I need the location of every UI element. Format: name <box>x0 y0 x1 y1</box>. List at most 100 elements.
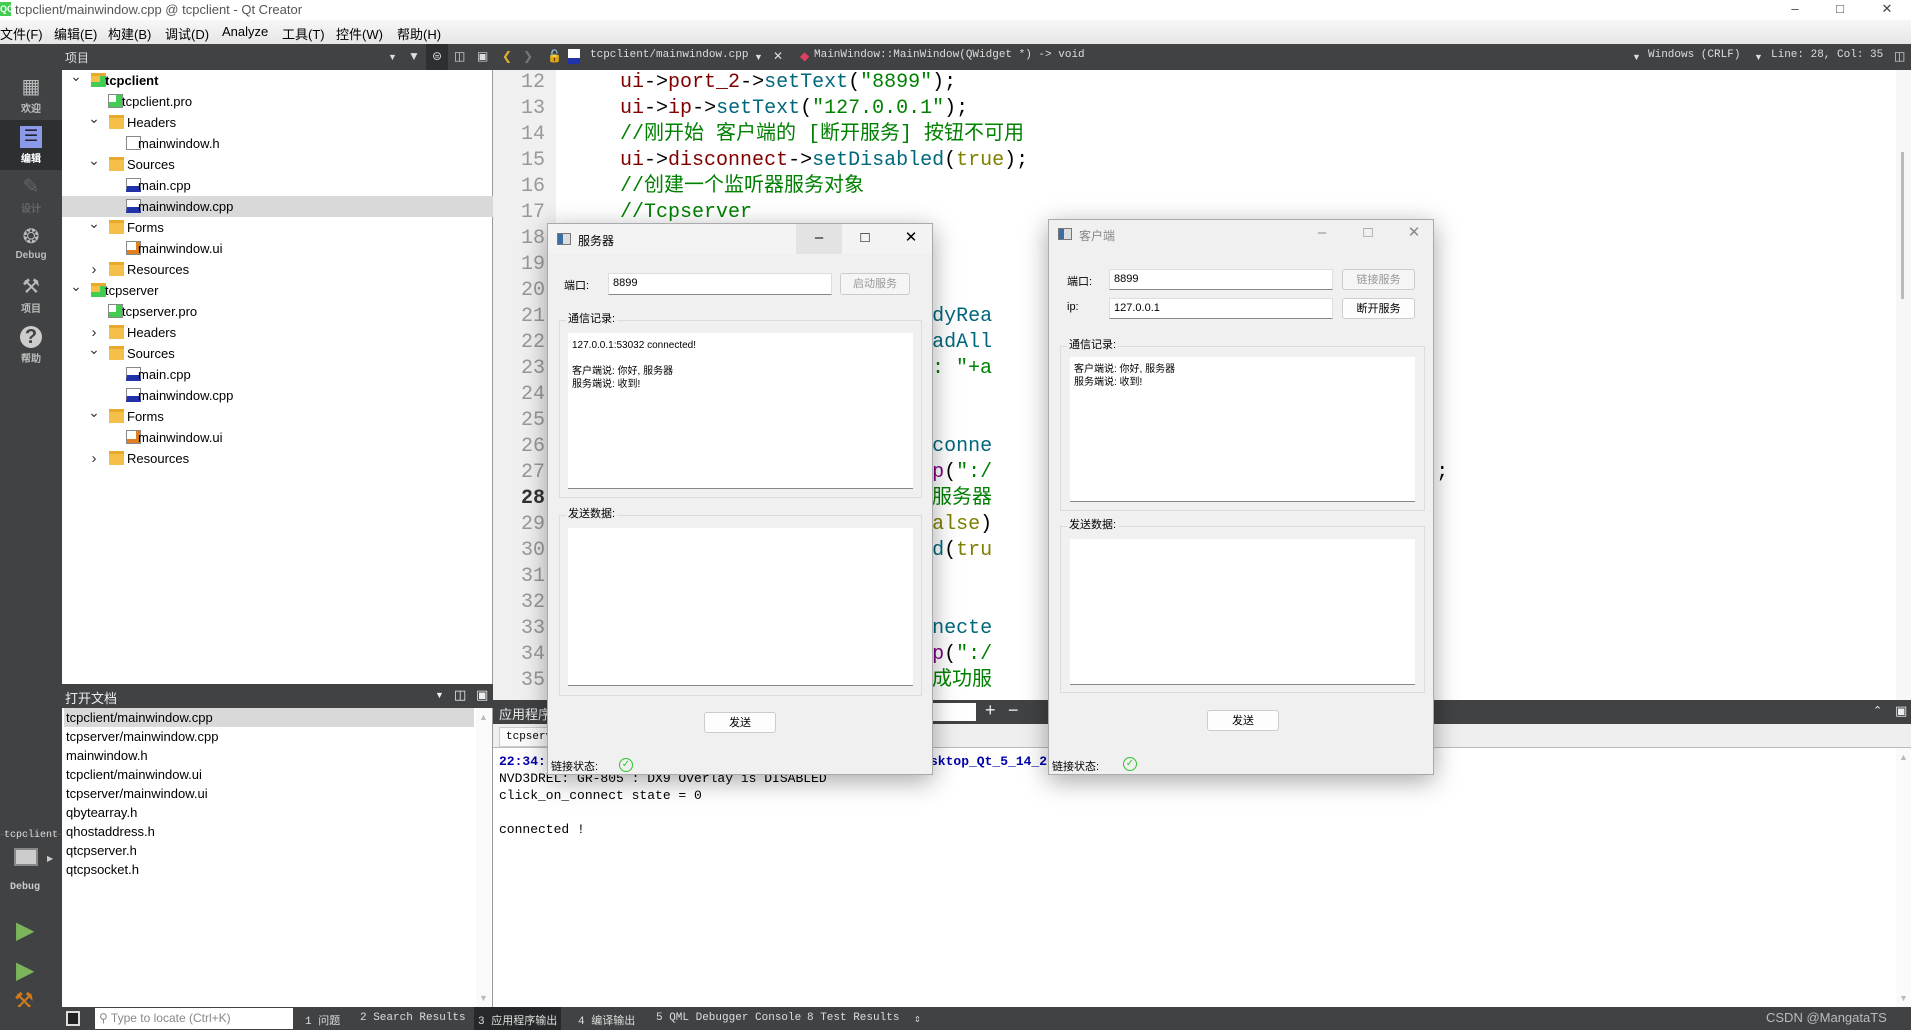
menu-debug[interactable]: 调试(D) <box>165 24 209 43</box>
run-icon[interactable]: ▶ <box>16 916 34 945</box>
mode-pencil[interactable]: ✎ 设计 <box>0 170 62 220</box>
cursor-position[interactable]: Line: 28, Col: 35 <box>1771 49 1883 61</box>
send-textarea[interactable] <box>568 528 913 686</box>
zoom-in-button[interactable]: + <box>985 700 996 721</box>
split-icon[interactable]: ◫ <box>454 49 465 63</box>
close-button[interactable]: ✕ <box>1867 0 1907 20</box>
pane-issues[interactable]: 1 问题 <box>305 1012 340 1028</box>
close-button[interactable]: ✕ <box>888 224 934 252</box>
split-icon[interactable]: ◫ <box>1894 49 1905 63</box>
open-document-item[interactable]: tcpserver/mainwindow.ui <box>64 784 474 803</box>
send-button[interactable]: 发送 <box>1207 710 1279 731</box>
chevron-down-icon[interactable]: ⌄ <box>88 150 100 171</box>
start-server-button[interactable]: 启动服务 <box>840 273 910 295</box>
tree-item[interactable]: mainwindow.ui <box>62 238 493 259</box>
pane-qml-debugger-console[interactable]: 5 QML Debugger Console <box>656 1012 801 1024</box>
tree-item[interactable]: main.cpp <box>62 175 493 196</box>
code-line[interactable]: //刚开始 客户端的 [断开服务] 按钮不可用 <box>572 122 1024 148</box>
more-panes-icon[interactable]: ⇕ <box>914 1012 921 1026</box>
maximize-pane-icon[interactable]: ⌃ <box>1873 704 1882 717</box>
pane-application-output[interactable]: 3 应用程序输出 <box>474 1007 562 1030</box>
mode-help[interactable]: ? 帮助 <box>0 320 62 370</box>
chevron-down-icon[interactable]: ▼ <box>1754 52 1763 62</box>
open-file-tab[interactable]: tcpclient/mainwindow.cpp <box>590 49 748 61</box>
tree-item[interactable]: main.cpp <box>62 364 493 385</box>
mode-wrench[interactable]: ⚒ 项目 <box>0 270 62 320</box>
tree-item[interactable]: ⌄ Headers <box>62 110 493 133</box>
chevron-down-icon[interactable]: ⌄ <box>70 66 82 87</box>
menu-file[interactable]: 文件(F) <box>0 24 43 43</box>
tree-item[interactable]: mainwindow.cpp <box>62 385 493 406</box>
menu-edit[interactable]: 编辑(E) <box>54 24 97 43</box>
chevron-down-icon[interactable]: ⌄ <box>88 213 100 234</box>
open-document-item[interactable]: mainwindow.h <box>64 746 474 765</box>
mode-edit-doc[interactable]: ☰ 编辑 <box>0 120 62 170</box>
maximize-button[interactable]: □ <box>842 224 888 252</box>
tree-item[interactable]: ⌄ Sources <box>62 341 493 364</box>
locator-input[interactable]: ⚲ Type to locate (Ctrl+K) <box>95 1008 293 1029</box>
port-input[interactable]: 8899 <box>1109 269 1333 290</box>
tree-item[interactable]: › Resources <box>62 259 493 280</box>
minimize-button[interactable]: – <box>1775 0 1815 20</box>
menu-help[interactable]: 帮助(H) <box>397 24 441 43</box>
scrollbar[interactable]: ▲ ▼ <box>476 708 491 1007</box>
tree-item[interactable]: mainwindow.cpp <box>62 196 493 217</box>
tree-item[interactable]: › Resources <box>62 448 493 469</box>
code-line[interactable]: ui->ip->setText("127.0.0.1"); <box>572 96 968 122</box>
pane-compile-output[interactable]: 4 编译输出 <box>578 1012 635 1028</box>
chevron-right-icon[interactable]: ▶ <box>47 854 53 863</box>
chevron-down-icon[interactable]: ⌄ <box>88 339 100 360</box>
menu-tools[interactable]: 工具(T) <box>282 24 325 43</box>
maximize-button[interactable]: □ <box>1345 220 1391 246</box>
open-document-item[interactable]: tcpclient/mainwindow.cpp <box>64 708 474 727</box>
chevron-right-icon[interactable]: › <box>88 259 100 280</box>
application-output[interactable]: 22:34: sktop_Qt_5_14_2 NVD3DREL: GR-805 … <box>493 748 1911 1007</box>
close-pane-icon[interactable]: ▣ <box>1895 703 1907 719</box>
chevron-down-icon[interactable]: ⌄ <box>70 276 82 297</box>
tree-item[interactable]: tcpserver.pro <box>62 301 493 322</box>
mode-grid[interactable]: ▦ 欢迎 <box>0 70 62 120</box>
split-icon[interactable]: ◫ <box>454 687 466 703</box>
code-line[interactable]: ui->port_2->setText("8899"); <box>572 70 956 96</box>
open-document-item[interactable]: qtcpserver.h <box>64 841 474 860</box>
close-document-icon[interactable]: ✕ <box>773 49 783 63</box>
close-pane-icon[interactable]: ▣ <box>476 687 488 703</box>
chevron-down-icon[interactable]: ⌄ <box>88 108 100 129</box>
filter-icon[interactable]: ▼ <box>408 49 420 63</box>
tree-item[interactable]: ⌄ Forms <box>62 404 493 427</box>
chevron-right-icon[interactable]: › <box>88 448 100 469</box>
tree-item[interactable]: ⌄ Sources <box>62 152 493 175</box>
close-button[interactable]: ✕ <box>1391 220 1437 246</box>
debug-run-icon[interactable]: ▶ <box>16 956 34 985</box>
ip-input[interactable]: 127.0.0.1 <box>1109 298 1333 319</box>
connect-button[interactable]: 链接服务 <box>1342 269 1415 290</box>
menu-analyze[interactable]: Analyze <box>222 24 268 39</box>
open-document-item[interactable]: qbytearray.h <box>64 803 474 822</box>
open-document-item[interactable]: qtcpsocket.h <box>64 860 474 879</box>
link-editor-icon[interactable]: ⊜ <box>426 44 448 70</box>
chevron-down-icon[interactable]: ▼ <box>754 52 763 62</box>
chevron-down-icon[interactable]: ▼ <box>435 690 444 700</box>
open-document-item[interactable]: qhostaddress.h <box>64 822 474 841</box>
forward-icon[interactable]: ❯ <box>523 49 533 63</box>
pane-search-results[interactable]: 2 Search Results <box>360 1012 466 1024</box>
output-filter-input[interactable] <box>933 703 976 721</box>
log-textarea[interactable]: 客户端说: 你好, 服务器 服务端说: 收到! <box>1070 357 1415 502</box>
chevron-down-icon[interactable]: ⌄ <box>88 402 100 423</box>
tree-item[interactable]: ⌄ tcpclient <box>62 68 493 91</box>
tree-item[interactable]: ⌄ Forms <box>62 215 493 238</box>
monitor-icon[interactable] <box>14 848 38 866</box>
mode-bug[interactable]: ❂ Debug <box>0 220 62 270</box>
tree-item[interactable]: mainwindow.h <box>62 133 493 154</box>
open-document-item[interactable]: tcpclient/mainwindow.ui <box>64 765 474 784</box>
chevron-down-icon[interactable]: ▼ <box>1632 52 1641 62</box>
project-view-selector[interactable]: 项目 <box>65 49 89 66</box>
minimize-button[interactable]: – <box>796 224 842 254</box>
tree-item[interactable]: tcpclient.pro <box>62 91 493 112</box>
log-textarea[interactable]: 127.0.0.1:53032 connected! 客户端说: 你好, 服务器… <box>568 333 913 489</box>
editor-scrollbar[interactable] <box>1896 70 1911 700</box>
zoom-out-button[interactable]: − <box>1008 700 1019 721</box>
menu-widgets[interactable]: 控件(W) <box>336 24 383 43</box>
pane-test-results[interactable]: 8 Test Results <box>807 1012 899 1024</box>
disconnect-button[interactable]: 断开服务 <box>1342 298 1415 319</box>
